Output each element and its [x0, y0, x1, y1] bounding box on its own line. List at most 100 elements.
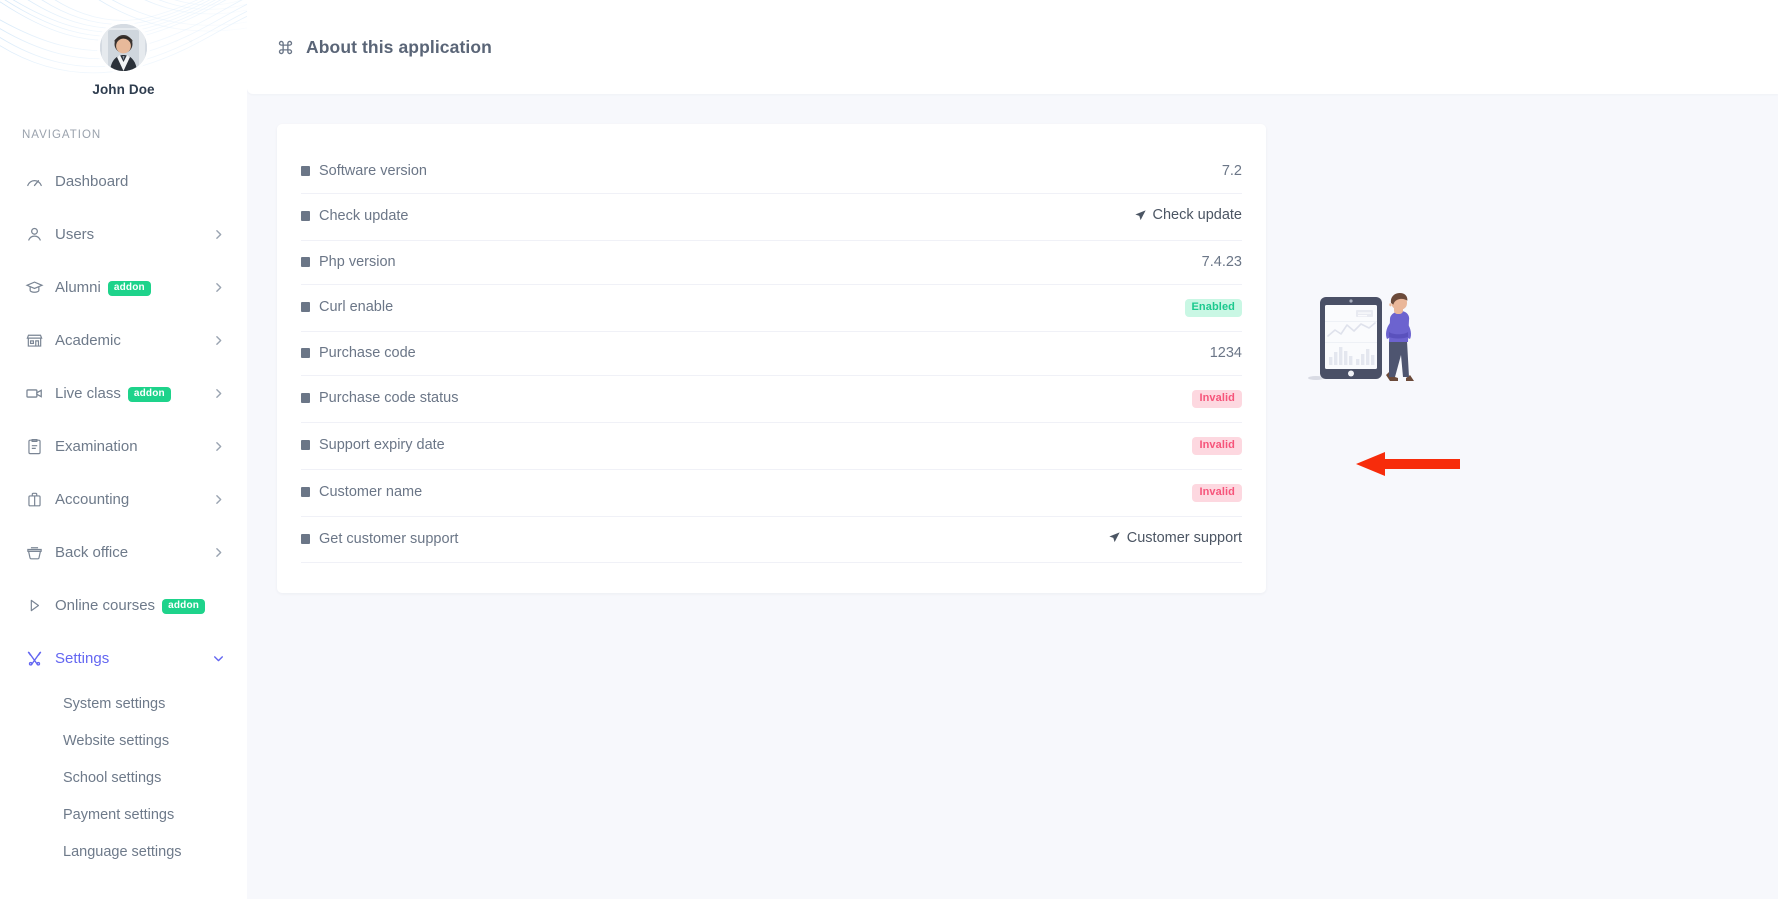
row-value-cell: Invalid — [809, 375, 1242, 422]
school-building-icon — [25, 331, 55, 350]
sidebar-subitem-language-settings[interactable]: Language settings — [0, 833, 247, 870]
play-triangle-icon — [25, 596, 55, 615]
chevron-right-icon — [212, 493, 225, 506]
profile-name: John Doe — [0, 82, 247, 97]
sidebar-subitem-system-settings[interactable]: System settings — [0, 685, 247, 722]
sidebar-item-label: Live classaddon — [55, 385, 212, 402]
command-icon — [276, 38, 295, 57]
sidebar-item-examination[interactable]: Examination — [0, 420, 247, 473]
send-paper-plane-icon — [1108, 531, 1121, 544]
sidebar-item-label: Users — [55, 226, 212, 243]
sidebar-item-settings[interactable]: Settings — [0, 632, 247, 685]
bullet-square-icon — [301, 393, 310, 403]
sidebar-item-label: Alumniaddon — [55, 279, 212, 296]
application-info-table: Software version 7.2 Check update Check … — [301, 150, 1242, 563]
table-row: Purchase code status Invalid — [301, 375, 1242, 422]
avatar[interactable] — [100, 24, 147, 71]
sidebar-item-alumni[interactable]: Alumniaddon — [0, 261, 247, 314]
row-label-cell: Purchase code — [301, 331, 809, 375]
sidebar-item-academic[interactable]: Academic — [0, 314, 247, 367]
chevron-right-icon — [212, 546, 225, 559]
table-row: Curl enable Enabled — [301, 284, 1242, 331]
sidebar-item-online-courses[interactable]: Online coursesaddon — [0, 579, 247, 632]
table-row: Customer name Invalid — [301, 469, 1242, 516]
addon-badge: addon — [108, 281, 151, 296]
row-value-cell: 1234 — [809, 331, 1242, 375]
sidebar-item-label: Accounting — [55, 491, 212, 508]
row-value-cell: Customer support — [809, 516, 1242, 563]
speedometer-icon — [25, 172, 55, 191]
sidebar-item-label: Settings — [55, 650, 212, 667]
row-label-cell: Software version — [301, 150, 809, 194]
sidebar-item-accounting[interactable]: Accounting — [0, 473, 247, 526]
sidebar-subitem-website-settings[interactable]: Website settings — [0, 722, 247, 759]
sidebar-submenu-settings: System settings Website settings School … — [0, 685, 247, 870]
sidebar-item-label: Examination — [55, 438, 212, 455]
page-header: About this application — [247, 0, 1778, 94]
row-label-cell: Get customer support — [301, 516, 809, 563]
chevron-right-icon — [212, 228, 225, 241]
table-row: Get customer support Customer support — [301, 516, 1242, 563]
table-row: Check update Check update — [301, 194, 1242, 241]
bullet-square-icon — [301, 211, 310, 221]
chevron-right-icon — [212, 334, 225, 347]
bullet-square-icon — [301, 440, 310, 450]
row-label-cell: Curl enable — [301, 284, 809, 331]
row-value-cell: 7.2 — [809, 150, 1242, 194]
sidebar-item-label: Back office — [55, 544, 212, 561]
clipboard-icon — [25, 437, 55, 456]
status-badge: Invalid — [1192, 390, 1242, 408]
table-row: Software version 7.2 — [301, 150, 1242, 194]
person-with-tablet-illustration — [1306, 279, 1426, 389]
row-label-cell: Customer name — [301, 469, 809, 516]
tools-cross-icon — [25, 649, 55, 668]
chevron-right-icon — [212, 387, 225, 400]
status-badge: Invalid — [1192, 484, 1242, 502]
row-label-cell: Support expiry date — [301, 422, 809, 469]
table-row: Purchase code 1234 — [301, 331, 1242, 375]
sidebar-nav: Dashboard Users Alumniaddon — [0, 155, 247, 870]
page-title: About this application — [306, 37, 492, 58]
table-row: Support expiry date Invalid — [301, 422, 1242, 469]
sidebar-item-back-office[interactable]: Back office — [0, 526, 247, 579]
sidebar-subitem-school-settings[interactable]: School settings — [0, 759, 247, 796]
content-area: Software version 7.2 Check update Check … — [247, 94, 1778, 593]
video-camera-icon — [25, 384, 55, 403]
basket-icon — [25, 543, 55, 562]
row-label-cell: Purchase code status — [301, 375, 809, 422]
page-root: John Doe NAVIGATION Dashboard Users — [0, 0, 1778, 899]
main-content: About this application Software version … — [247, 0, 1778, 899]
bullet-square-icon — [301, 166, 310, 176]
status-badge: Enabled — [1185, 299, 1243, 317]
user-icon — [25, 225, 55, 244]
sidebar-item-label: Academic — [55, 332, 212, 349]
addon-badge: addon — [128, 387, 171, 402]
row-value-cell: Invalid — [809, 469, 1242, 516]
row-value-cell: 7.4.23 — [809, 240, 1242, 284]
row-value-cell: Check update — [809, 194, 1242, 241]
sidebar-item-dashboard[interactable]: Dashboard — [0, 155, 247, 208]
bullet-square-icon — [301, 487, 310, 497]
addon-badge: addon — [162, 599, 205, 614]
bullet-square-icon — [301, 348, 310, 358]
table-row: Php version 7.4.23 — [301, 240, 1242, 284]
bullet-square-icon — [301, 257, 310, 267]
sidebar-subitem-payment-settings[interactable]: Payment settings — [0, 796, 247, 833]
bullet-square-icon — [301, 302, 310, 312]
row-label-cell: Php version — [301, 240, 809, 284]
sidebar-item-label: Dashboard — [55, 173, 225, 190]
briefcase-icon — [25, 490, 55, 509]
chevron-down-icon — [212, 652, 225, 665]
chevron-right-icon — [212, 281, 225, 294]
sidebar-item-users[interactable]: Users — [0, 208, 247, 261]
sidebar-item-live-class[interactable]: Live classaddon — [0, 367, 247, 420]
row-value-cell: Invalid — [809, 422, 1242, 469]
row-label-cell: Check update — [301, 194, 809, 241]
send-paper-plane-icon — [1134, 209, 1147, 222]
about-application-card: Software version 7.2 Check update Check … — [277, 124, 1266, 593]
customer-support-link[interactable]: Customer support — [1108, 530, 1242, 546]
check-update-link[interactable]: Check update — [1134, 207, 1242, 223]
status-badge: Invalid — [1192, 437, 1242, 455]
sidebar-item-label: Online coursesaddon — [55, 597, 225, 614]
row-value-cell: Enabled — [809, 284, 1242, 331]
